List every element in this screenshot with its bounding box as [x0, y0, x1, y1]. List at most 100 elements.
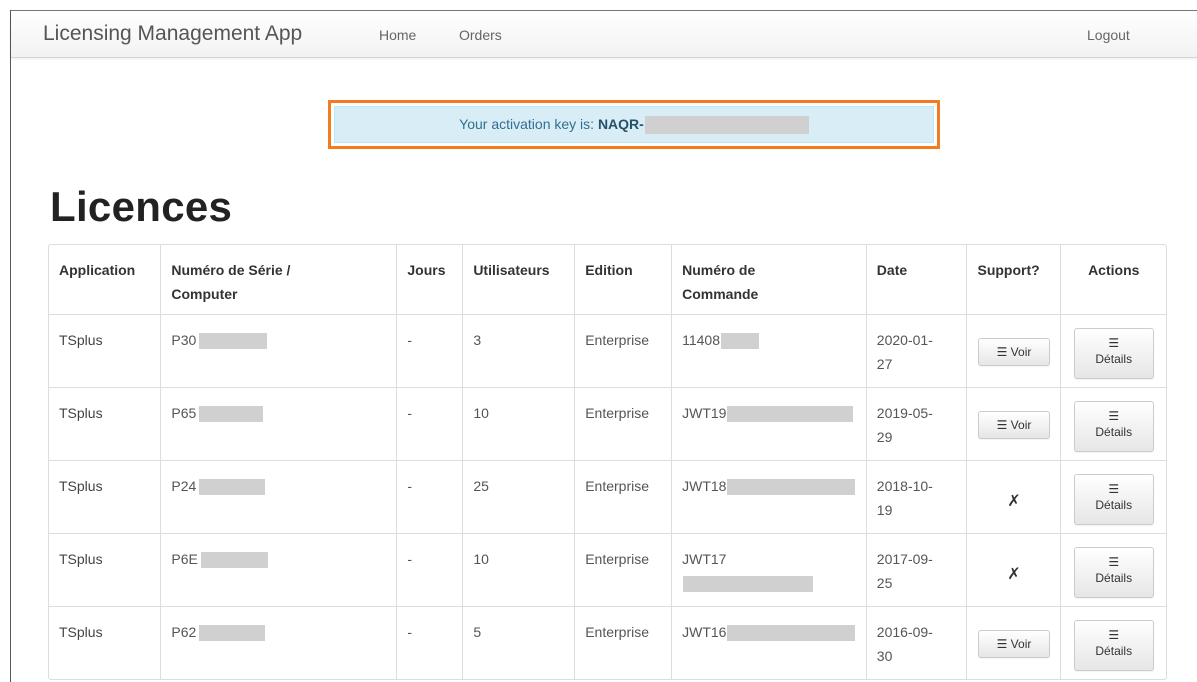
cell-application: TSplus	[49, 314, 162, 388]
navbar: Licensing Management App Home Orders Log…	[11, 11, 1197, 58]
redacted-order	[727, 625, 856, 642]
cell-actions: ☰ Détails	[1060, 533, 1166, 607]
cell-support: ☰ Voir	[966, 314, 1062, 388]
cell-actions: ☰ Détails	[1060, 606, 1166, 679]
cell-jours: -	[396, 533, 464, 607]
cell-support: ☰ Voir	[966, 387, 1062, 461]
nav-logout-link[interactable]: Logout	[1087, 27, 1130, 43]
activation-key-highlight: Your activation key is: NAQR-	[328, 100, 940, 149]
cell-users: 5	[462, 606, 576, 679]
redacted-serial	[199, 406, 264, 423]
details-button[interactable]: ☰ Détails	[1073, 547, 1154, 598]
cell-serial: P24	[160, 460, 398, 534]
cell-date: 2017-09- 25	[865, 533, 968, 607]
cell-date: 2020-01- 27	[865, 314, 968, 388]
header-support: Support?	[966, 245, 1062, 315]
redacted-key	[644, 116, 809, 135]
window-frame-left	[10, 10, 11, 682]
table-row: TSplus P62 - 5 Enterprise JWT16 2016-09-…	[49, 606, 1166, 679]
cell-users: 10	[462, 387, 576, 461]
list-icon: ☰	[996, 418, 1008, 432]
list-icon: ☰	[1108, 336, 1120, 350]
page-title: Licences	[50, 183, 233, 230]
cell-order: JWT18	[671, 460, 867, 534]
cell-date: 2019-05- 29	[865, 387, 968, 461]
redacted-serial	[199, 479, 266, 496]
cell-serial: P6E	[160, 533, 398, 607]
cell-edition: Enterprise	[574, 606, 673, 679]
cell-actions: ☰ Détails	[1060, 387, 1166, 461]
redacted-order	[683, 576, 814, 593]
cell-application: TSplus	[49, 460, 162, 534]
header-serial: Numéro de Série / Computer	[160, 245, 398, 315]
support-voir-button[interactable]: ☰ Voir	[977, 630, 1050, 658]
header-date: Date	[865, 245, 968, 315]
cell-support: ☰ Voir	[966, 606, 1062, 679]
cell-jours: -	[396, 460, 464, 534]
app-brand[interactable]: Licensing Management App	[43, 22, 302, 46]
cell-actions: ☰ Détails	[1060, 314, 1166, 388]
table-row: TSplus P30 - 3 Enterprise 11408 2020-01-…	[49, 314, 1166, 388]
nav-home-link[interactable]: Home	[379, 27, 416, 43]
table-row: TSplus P6E - 10 Enterprise JWT17 2017-09…	[49, 533, 1166, 607]
details-button[interactable]: ☰ Détails	[1073, 328, 1154, 379]
header-application: Application	[49, 245, 162, 315]
cell-edition: Enterprise	[574, 533, 673, 607]
licences-table: Application Numéro de Série / Computer Jo…	[49, 245, 1166, 679]
cell-serial: P62	[160, 606, 398, 679]
cell-edition: Enterprise	[574, 314, 673, 388]
cell-support: ✗	[966, 460, 1062, 534]
no-support-icon: ✗	[1007, 566, 1021, 583]
cell-actions: ☰ Détails	[1060, 460, 1166, 534]
support-voir-button[interactable]: ☰ Voir	[977, 411, 1050, 439]
list-icon: ☰	[996, 637, 1008, 651]
table-row: TSplus P24 - 25 Enterprise JWT18 2018-10…	[49, 460, 1166, 534]
activation-key-alert: Your activation key is: NAQR-	[334, 106, 934, 143]
cell-order: JWT17	[671, 533, 867, 607]
support-voir-button[interactable]: ☰ Voir	[977, 338, 1050, 366]
header-edition: Edition	[574, 245, 673, 315]
cell-edition: Enterprise	[574, 387, 673, 461]
cell-jours: -	[396, 314, 464, 388]
list-icon: ☰	[1108, 628, 1120, 642]
cell-date: 2016-09- 30	[865, 606, 968, 679]
no-support-icon: ✗	[1007, 493, 1021, 510]
cell-serial: P65	[160, 387, 398, 461]
licences-table-container: Application Numéro de Série / Computer Jo…	[48, 244, 1167, 680]
list-icon: ☰	[1108, 409, 1120, 423]
cell-serial: P30	[160, 314, 398, 388]
cell-order: 11408	[671, 314, 867, 388]
header-jours: Jours	[396, 245, 464, 315]
activation-key-value: NAQR-	[597, 116, 644, 132]
cell-order: JWT16	[671, 606, 867, 679]
cell-jours: -	[396, 387, 464, 461]
cell-order: JWT19	[671, 387, 867, 461]
cell-date: 2018-10- 19	[865, 460, 968, 534]
details-button[interactable]: ☰ Détails	[1073, 620, 1154, 671]
header-utilisateurs: Utilisateurs	[462, 245, 576, 315]
cell-users: 10	[462, 533, 576, 607]
redacted-order	[721, 333, 760, 350]
redacted-serial	[199, 625, 266, 642]
cell-users: 25	[462, 460, 576, 534]
list-icon: ☰	[996, 345, 1008, 359]
cell-application: TSplus	[49, 606, 162, 679]
cell-support: ✗	[966, 533, 1062, 607]
header-order: Numéro de Commande	[671, 245, 867, 315]
header-actions: Actions	[1060, 245, 1166, 315]
redacted-serial	[199, 333, 268, 350]
redacted-serial	[200, 552, 268, 569]
redacted-order	[727, 406, 854, 423]
table-row: TSplus P65 - 10 Enterprise JWT19 2019-05…	[49, 387, 1166, 461]
activation-key-label: Your activation key is:	[459, 116, 598, 132]
details-button[interactable]: ☰ Détails	[1073, 401, 1154, 452]
list-icon: ☰	[1108, 482, 1120, 496]
details-button[interactable]: ☰ Détails	[1073, 474, 1154, 525]
list-icon: ☰	[1108, 555, 1120, 569]
cell-edition: Enterprise	[574, 460, 673, 534]
redacted-order	[727, 479, 856, 496]
nav-orders-link[interactable]: Orders	[459, 27, 502, 43]
cell-users: 3	[462, 314, 576, 388]
cell-application: TSplus	[49, 387, 162, 461]
cell-jours: -	[396, 606, 464, 679]
